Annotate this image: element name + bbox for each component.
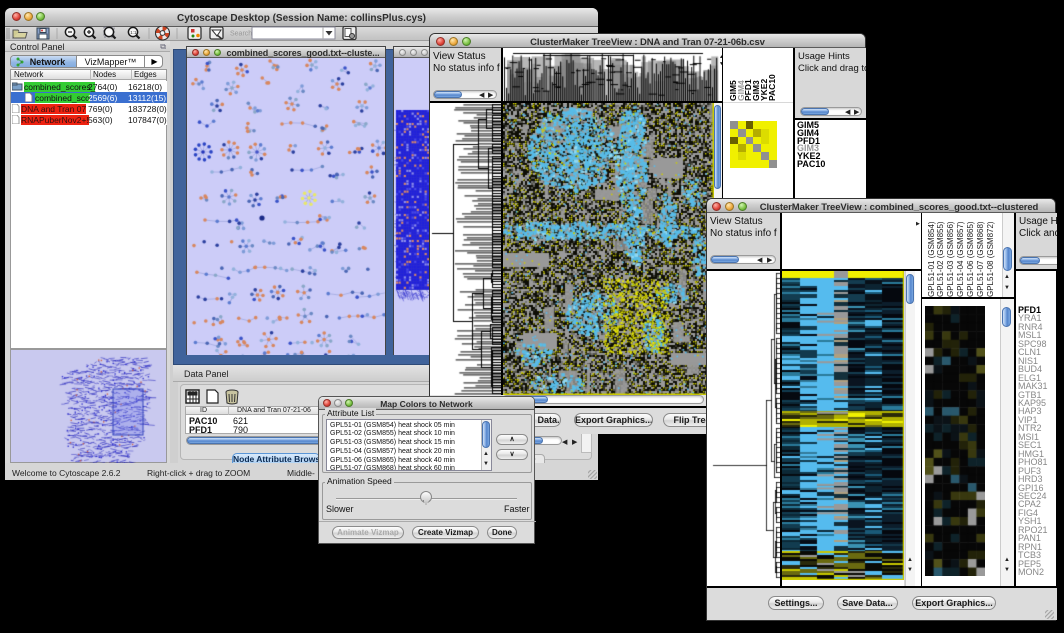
- svg-text:1:1: 1:1: [130, 30, 137, 35]
- svg-text:Search:: Search:: [230, 31, 254, 38]
